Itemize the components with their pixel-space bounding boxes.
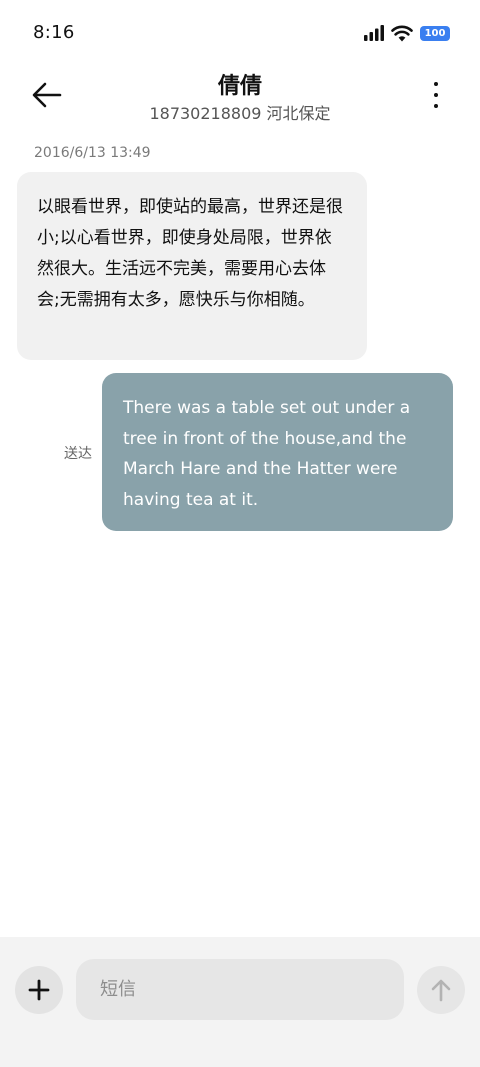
more-options-button[interactable] [430, 80, 442, 110]
delivery-status: 送达 [64, 446, 92, 462]
status-icons: 100 [364, 22, 450, 44]
send-arrow-up-icon [431, 979, 451, 1002]
contact-name: 倩倩 [217, 74, 262, 99]
wifi-icon [391, 25, 413, 41]
sms-input[interactable] [76, 959, 404, 1020]
message-composer [0, 937, 480, 1067]
more-vertical-icon [434, 82, 438, 86]
status-bar: 8:16 100 [0, 0, 480, 66]
message-timestamp: 2016/6/13 13:49 [34, 145, 151, 161]
conversation-header: 倩倩 18730218809 河北保定 [0, 66, 480, 130]
plus-icon [28, 979, 50, 1001]
sms-conversation-screen: 8:16 100 倩倩 18730218809 河北保定 2016/6/13 1… [0, 0, 480, 1067]
battery-icon: 100 [420, 25, 450, 41]
status-time: 8:16 [33, 22, 75, 43]
add-attachment-button[interactable] [15, 966, 63, 1014]
outgoing-message-bubble[interactable]: There was a table set out under a tree i… [102, 373, 453, 531]
incoming-message-bubble[interactable]: 以眼看世界，即使站的最高，世界还是很小;以心看世界，即使身处局限，世界依然很大。… [17, 172, 367, 360]
signal-icon [364, 25, 384, 41]
contact-number-location: 18730218809 河北保定 [149, 104, 331, 123]
send-button[interactable] [417, 966, 465, 1014]
